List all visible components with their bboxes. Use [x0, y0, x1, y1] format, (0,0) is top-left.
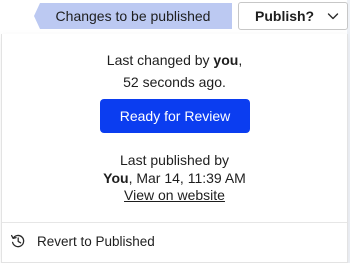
last-published-user: You	[103, 170, 129, 186]
publish-dropdown-button[interactable]: Publish?	[238, 2, 348, 30]
revert-to-published-item[interactable]: Revert to Published	[2, 223, 347, 261]
last-changed-text: Last changed by you,	[2, 52, 347, 68]
publish-button-label: Publish?	[255, 8, 315, 24]
status-badge: Changes to be published	[34, 3, 232, 29]
publish-dropdown-panel: Last changed by you, 52 seconds ago. Rea…	[1, 34, 348, 263]
chevron-down-icon	[327, 13, 339, 20]
last-changed-prefix: Last changed by	[106, 52, 214, 68]
publish-topbar: Changes to be published Publish?	[0, 0, 350, 34]
last-published-info: You, Mar 14, 11:39 AM	[2, 170, 347, 186]
revert-label: Revert to Published	[37, 234, 155, 249]
history-icon	[10, 234, 25, 248]
last-published-label: Last published by	[120, 152, 229, 168]
view-on-website-link-row: View on website	[2, 187, 347, 203]
view-on-website-link[interactable]: View on website	[124, 187, 225, 203]
last-changed-user: you	[213, 52, 239, 68]
publish-widget: Changes to be published Publish? Last ch…	[0, 0, 350, 263]
ready-for-review-button[interactable]: Ready for Review	[100, 99, 250, 133]
last-changed-time: 52 seconds ago.	[123, 74, 226, 90]
last-changed-suffix: ,	[238, 52, 243, 68]
last-published-time: , Mar 14, 11:39 AM	[128, 170, 246, 186]
status-label: Changes to be published	[55, 8, 211, 24]
